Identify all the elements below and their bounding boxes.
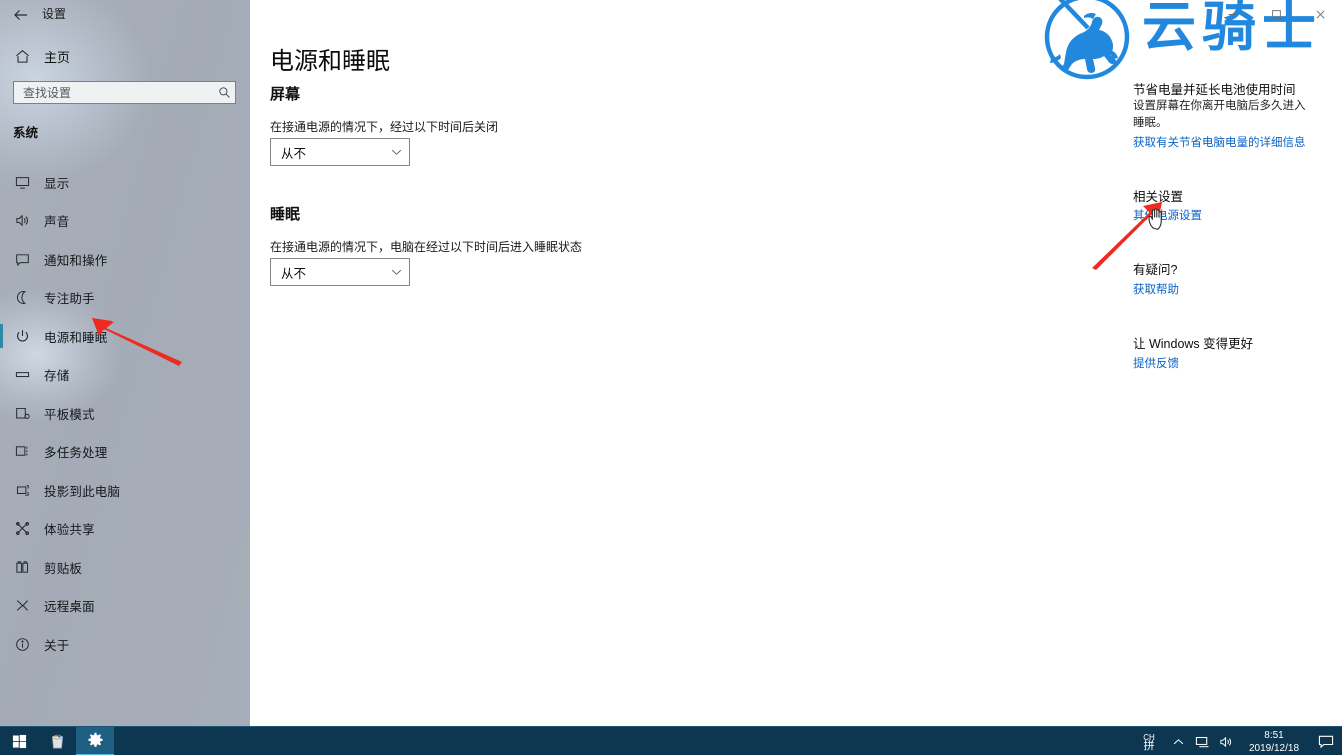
get-help-link[interactable]: 获取帮助 — [1133, 281, 1179, 297]
multitask-icon — [0, 444, 44, 459]
promo-description: 设置屏幕在你离开电脑后多久进入睡眠。 — [1133, 100, 1306, 129]
sidebar-item-label: 声音 — [44, 215, 70, 230]
info-icon — [0, 637, 44, 652]
sidebar-item-label: 多任务处理 — [44, 446, 108, 461]
minimize-button[interactable] — [1210, 0, 1254, 28]
sidebar-item-multitasking[interactable]: 多任务处理 — [0, 433, 250, 472]
sidebar-home-label: 主页 — [44, 50, 71, 65]
sidebar-item-storage[interactable]: 存储 — [0, 356, 250, 395]
section-heading-screen: 屏幕 — [270, 86, 301, 103]
selection-indicator — [0, 324, 3, 348]
questions-title: 有疑问? — [1133, 263, 1178, 277]
ime-mode: 拼 — [1143, 739, 1155, 752]
related-settings-title: 相关设置 — [1133, 190, 1184, 204]
sidebar-item-label: 剪贴板 — [44, 561, 83, 576]
sidebar-item-label: 专注助手 — [44, 292, 95, 307]
sidebar-item-remote-desktop[interactable]: 远程桌面 — [0, 587, 250, 626]
settings-main-content: 电源和睡眠 屏幕 在接通电源的情况下，经过以下时间后关闭 从不 睡眠 在接通电源… — [250, 0, 1342, 726]
sidebar-item-tablet-mode[interactable]: 平板模式 — [0, 394, 250, 433]
moon-icon — [0, 290, 44, 305]
sidebar-item-about[interactable]: 关于 — [0, 625, 250, 664]
screen-timeout-value: 从不 — [281, 146, 307, 161]
sidebar-group-label: 系统 — [13, 126, 39, 140]
chevron-down-icon — [383, 268, 409, 276]
windows-start-icon[interactable] — [0, 727, 38, 755]
volume-icon[interactable] — [1214, 727, 1238, 755]
share-icon — [0, 521, 44, 536]
give-feedback-link[interactable]: 提供反馈 — [1133, 355, 1179, 371]
section-heading-sleep: 睡眠 — [270, 206, 301, 223]
sidebar-item-display[interactable]: 显示 — [0, 163, 250, 202]
settings-gear-icon[interactable] — [76, 726, 114, 755]
home-icon — [0, 49, 44, 64]
sidebar-item-label: 显示 — [44, 176, 70, 191]
notification-icon — [0, 252, 44, 267]
power-icon — [0, 329, 44, 344]
sidebar-item-label: 电源和睡眠 — [44, 330, 108, 345]
other-power-settings-link[interactable]: 其他电源设置 — [1133, 207, 1202, 223]
sidebar-item-sound[interactable]: 声音 — [0, 202, 250, 241]
page-title: 电源和睡眠 — [270, 48, 390, 75]
sidebar-item-label: 存储 — [44, 369, 70, 384]
clock[interactable]: 8:51 2019/12/18 — [1238, 727, 1310, 755]
sidebar-item-label: 关于 — [44, 638, 70, 653]
project-icon — [0, 483, 44, 498]
sidebar-item-label: 投影到此电脑 — [44, 484, 121, 499]
sidebar-item-notifications[interactable]: 通知和操作 — [0, 240, 250, 279]
window-title: 设置 — [42, 7, 67, 21]
clock-date: 2019/12/18 — [1248, 742, 1300, 754]
window-titlebar-left: 设置 — [0, 0, 250, 30]
search-input[interactable]: 查找设置 — [13, 81, 236, 104]
sleep-timeout-dropdown[interactable]: 从不 — [270, 258, 410, 286]
sidebar-nav: 显示 声音 通知和操作 专注助手 电源和睡眠 存储 平板模式 多任务处理 投影到… — [0, 163, 250, 664]
recycle-bin-icon[interactable] — [38, 727, 76, 755]
ime-indicator[interactable]: CH 拼 — [1132, 727, 1166, 755]
sidebar-item-power-and-sleep[interactable]: 电源和睡眠 — [0, 317, 250, 356]
tablet-icon — [0, 406, 44, 421]
settings-window: 设置 主页 查找设置 系统 显示 声音 通知和操作 专注助手 电源和睡眠 存储 … — [0, 0, 1342, 726]
clock-time: 8:51 — [1264, 729, 1284, 741]
remote-desktop-icon — [0, 598, 44, 613]
search-placeholder: 查找设置 — [23, 86, 72, 100]
chevron-down-icon — [383, 148, 409, 156]
search-icon — [213, 86, 235, 99]
promo-link[interactable]: 获取有关节省电脑电量的详细信息 — [1133, 134, 1306, 150]
maximize-button[interactable] — [1254, 0, 1298, 28]
settings-sidebar: 设置 主页 查找设置 系统 显示 声音 通知和操作 专注助手 电源和睡眠 存储 … — [0, 0, 250, 726]
monitor-icon — [0, 175, 44, 190]
sidebar-item-projecting[interactable]: 投影到此电脑 — [0, 471, 250, 510]
screen-timeout-dropdown[interactable]: 从不 — [270, 138, 410, 166]
storage-icon — [0, 367, 44, 382]
sleep-timeout-value: 从不 — [281, 266, 307, 281]
section-description-sleep: 在接通电源的情况下，电脑在经过以下时间后进入睡眠状态 — [270, 240, 583, 254]
action-center-icon[interactable] — [1310, 727, 1342, 755]
section-description-screen: 在接通电源的情况下，经过以下时间后关闭 — [270, 120, 499, 134]
sidebar-item-label: 平板模式 — [44, 407, 95, 422]
sidebar-item-label: 远程桌面 — [44, 600, 95, 615]
sidebar-item-label: 体验共享 — [44, 523, 95, 538]
promo-title: 节省电量并延长电池使用时间 — [1133, 83, 1296, 97]
network-icon[interactable] — [1190, 727, 1214, 755]
screen-root: 设置 主页 查找设置 系统 显示 声音 通知和操作 专注助手 电源和睡眠 存储 … — [0, 0, 1342, 755]
sidebar-item-clipboard[interactable]: 剪贴板 — [0, 548, 250, 587]
sidebar-item-focus-assist[interactable]: 专注助手 — [0, 279, 250, 318]
speaker-icon — [0, 213, 44, 228]
close-button[interactable] — [1298, 0, 1342, 28]
taskbar: CH 拼 8:51 2019/12/18 — [0, 726, 1342, 755]
sidebar-item-home[interactable]: 主页 — [0, 44, 250, 69]
back-arrow-icon[interactable] — [9, 3, 33, 27]
feedback-title: 让 Windows 变得更好 — [1133, 337, 1254, 351]
right-rail: 节省电量并延长电池使用时间 设置屏幕在你离开电脑后多久进入睡眠。 获取有关节省电… — [1133, 0, 1342, 726]
system-tray: CH 拼 8:51 2019/12/18 — [1132, 727, 1342, 755]
chevron-up-icon[interactable] — [1166, 727, 1190, 755]
window-controls — [1210, 0, 1342, 28]
sidebar-item-label: 通知和操作 — [44, 253, 108, 268]
sidebar-item-shared-experiences[interactable]: 体验共享 — [0, 510, 250, 549]
clipboard-icon — [0, 560, 44, 575]
